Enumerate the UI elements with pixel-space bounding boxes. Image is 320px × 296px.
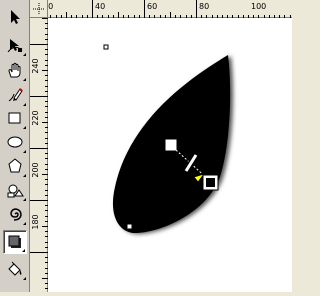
polygon-tool-button[interactable] (3, 154, 27, 178)
flyout-indicator (23, 277, 26, 280)
ruler-origin-corner[interactable] (30, 0, 48, 18)
flyout-indicator (23, 198, 26, 201)
flyout-indicator (23, 78, 26, 81)
node-handle[interactable] (103, 44, 109, 50)
ruler-label: 80 (199, 2, 209, 11)
pencil-icon (8, 88, 23, 102)
flyout-indicator (23, 174, 26, 177)
paint-bucket-icon (8, 261, 22, 276)
ruler-label: 200 (31, 162, 40, 177)
shadow-start-handle[interactable] (164, 138, 178, 152)
application-window: 20 40 60 80 100 240 220 200 180 (0, 0, 292, 292)
drawing-canvas[interactable] (48, 18, 292, 292)
pan-tool-button[interactable] (3, 58, 27, 82)
rectangle-tool-button[interactable] (3, 106, 27, 130)
ruler-label: 40 (95, 2, 105, 11)
polygon-icon (8, 158, 22, 173)
ruler-label: 180 (31, 214, 40, 229)
hand-icon (8, 62, 21, 78)
flyout-indicator (23, 126, 26, 129)
ruler-label: 60 (147, 2, 157, 11)
basic-shapes-tool-button[interactable] (3, 178, 27, 202)
node-handle[interactable] (126, 223, 133, 230)
spiral-tool-button[interactable] (3, 202, 27, 226)
toolbox (0, 0, 30, 292)
flyout-indicator (23, 150, 26, 153)
ellipse-tool-button[interactable] (3, 130, 27, 154)
basic-shapes-icon (7, 184, 24, 198)
drawing-area (103, 44, 234, 234)
horizontal-ruler-scale: 20 40 60 80 100 (40, 0, 291, 18)
freehand-tool-button[interactable] (3, 83, 27, 107)
shadow-end-handle[interactable] (202, 174, 219, 191)
ruler-label: 240 (31, 58, 40, 73)
ruler-label: 20 (48, 2, 53, 11)
flyout-indicator (22, 249, 25, 252)
drop-shadow-tool-button[interactable] (3, 230, 27, 254)
fill-tool-button[interactable] (3, 257, 27, 281)
ruler-label: 100 (251, 2, 266, 11)
ellipse-icon (7, 136, 23, 148)
flyout-indicator (23, 222, 26, 225)
pick-tool-button[interactable] (3, 5, 27, 29)
ruler-label: 220 (31, 110, 40, 125)
arrow-pointer-icon (11, 10, 20, 24)
shape-node-icon (7, 39, 23, 53)
vertical-ruler[interactable]: 240 220 200 180 (30, 18, 48, 292)
ruler-origin-icon (33, 3, 45, 15)
vertical-ruler-scale: 240 220 200 180 (30, 18, 48, 289)
spiral-icon (10, 208, 22, 221)
rectangle-icon (8, 112, 21, 124)
flyout-indicator (23, 53, 26, 56)
shape-tool-button[interactable] (3, 33, 27, 57)
horizontal-ruler[interactable]: 20 40 60 80 100 (40, 0, 292, 18)
